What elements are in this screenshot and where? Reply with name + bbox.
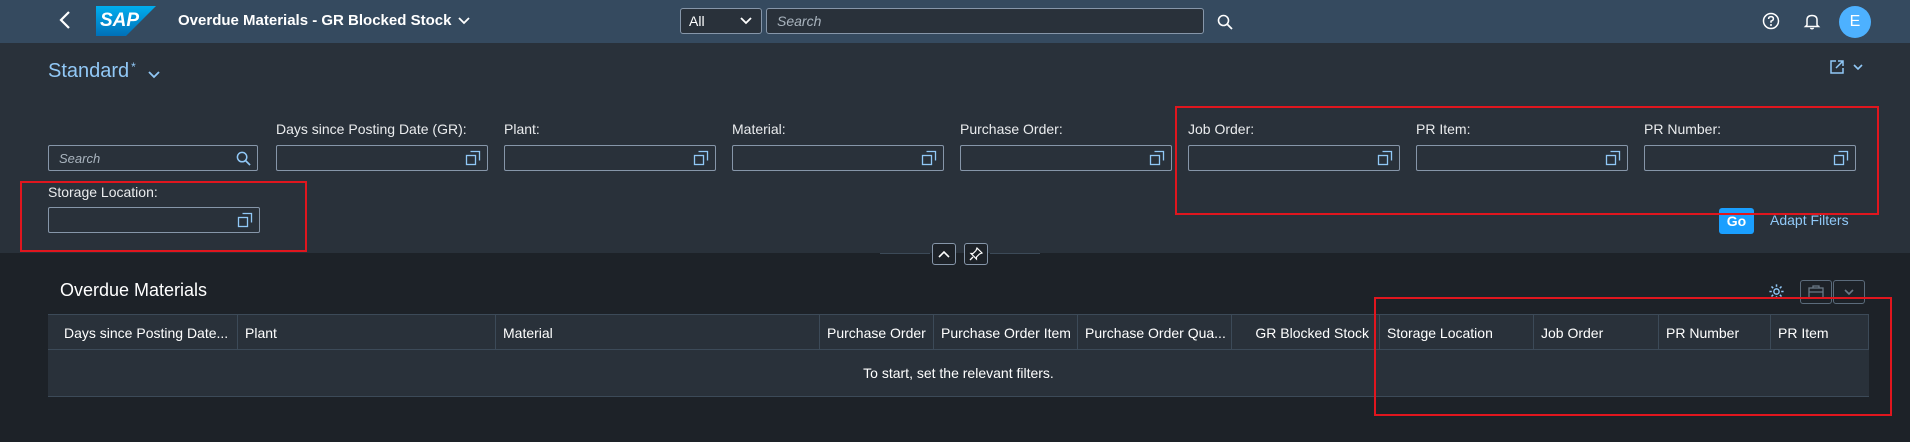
search-button[interactable] <box>1214 11 1236 33</box>
help-button[interactable] <box>1760 10 1782 32</box>
filter-label-plant: Plant: <box>504 121 540 137</box>
chevron-down-icon <box>1844 289 1854 296</box>
variant-name: Standard <box>48 60 130 82</box>
highlight-box-storage-location <box>20 181 307 252</box>
bell-icon <box>1803 14 1821 30</box>
value-help-icon[interactable] <box>921 150 937 166</box>
notifications-button[interactable] <box>1801 10 1823 32</box>
empty-table-message: To start, set the relevant filters. <box>863 365 1054 381</box>
table-title: Overdue Materials <box>60 280 208 300</box>
app-title: Overdue Materials - GR Blocked Stock <box>178 12 452 29</box>
search-icon <box>1217 14 1233 30</box>
column-header-purchase-order-quantity[interactable]: Purchase Order Qua... <box>1078 315 1232 350</box>
filter-field-days-since-posting[interactable] <box>276 145 488 171</box>
share-icon <box>1830 60 1844 74</box>
collapse-header-button[interactable] <box>932 243 956 265</box>
search-icon <box>236 151 251 166</box>
filter-label-purchase-order: Purchase Order: <box>960 121 1063 137</box>
back-button[interactable] <box>58 10 76 32</box>
column-header-purchase-order[interactable]: Purchase Order <box>820 315 934 350</box>
filter-field-plant[interactable] <box>504 145 716 171</box>
filter-field-purchase-order[interactable] <box>960 145 1172 171</box>
shell-search-input[interactable]: Search <box>766 8 1204 34</box>
variant-selector[interactable]: Standard * <box>48 60 162 83</box>
chevron-left-icon <box>59 11 70 29</box>
avatar-initial: E <box>1849 13 1861 30</box>
go-label: Go <box>1726 213 1747 229</box>
filter-search-input[interactable]: Search <box>48 145 258 171</box>
column-header-gr-blocked-stock[interactable]: GR Blocked Stock <box>1232 315 1380 350</box>
divider-left <box>880 253 930 254</box>
sap-logo[interactable]: SAP <box>96 6 156 36</box>
highlight-box-filters-right <box>1175 106 1879 215</box>
chevron-down-icon <box>740 17 752 25</box>
column-header-days-since-posting[interactable]: Days since Posting Date... <box>48 315 238 350</box>
app-title-menu[interactable]: Overdue Materials - GR Blocked Stock <box>178 12 471 29</box>
chevron-down-icon <box>458 16 471 24</box>
share-menu-button[interactable] <box>1824 56 1868 78</box>
chevron-down-icon <box>148 71 160 79</box>
value-help-icon[interactable] <box>1149 150 1165 166</box>
variant-modified-marker: * <box>131 60 136 74</box>
value-help-icon[interactable] <box>693 150 709 166</box>
chevron-down-icon <box>1853 64 1863 71</box>
highlight-box-columns-right <box>1374 297 1892 416</box>
filter-label-material: Material: <box>732 121 786 137</box>
pin-icon <box>969 247 983 261</box>
filter-search-placeholder: Search <box>59 150 101 166</box>
logo-text: SAP <box>100 10 140 31</box>
search-scope-value: All <box>689 13 705 29</box>
divider-right <box>990 253 1040 254</box>
filter-label-days-since-posting: Days since Posting Date (GR): <box>276 121 467 137</box>
column-header-plant[interactable]: Plant <box>238 315 496 350</box>
search-scope-select[interactable]: All <box>680 8 762 34</box>
value-help-icon[interactable] <box>465 150 481 166</box>
column-header-purchase-order-item[interactable]: Purchase Order Item <box>934 315 1078 350</box>
chevron-up-icon <box>938 250 950 258</box>
filter-field-material[interactable] <box>732 145 944 171</box>
column-header-material[interactable]: Material <box>496 315 820 350</box>
user-avatar[interactable]: E <box>1839 6 1871 38</box>
help-icon <box>1762 12 1780 30</box>
search-placeholder: Search <box>777 13 822 29</box>
pin-header-button[interactable] <box>964 243 988 265</box>
